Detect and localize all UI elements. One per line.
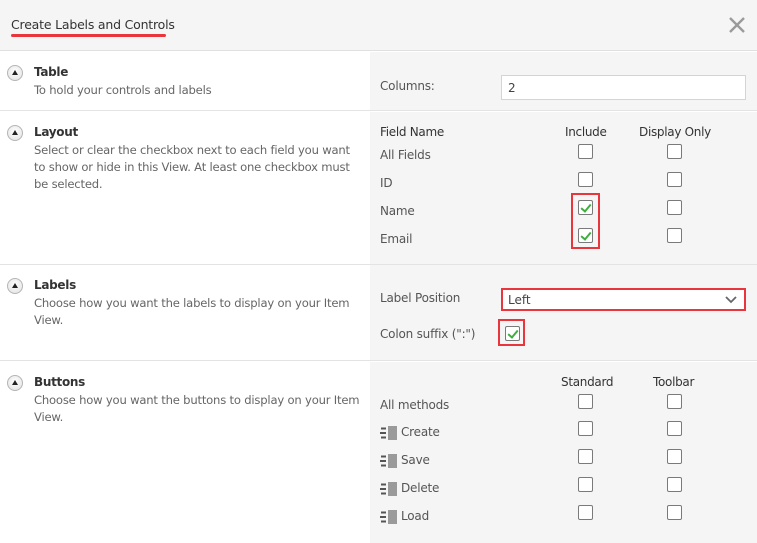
field-name-label: All Fields bbox=[380, 148, 431, 162]
column-header-display-only: Display Only bbox=[639, 125, 711, 139]
collapse-toggle-icon[interactable] bbox=[7, 375, 23, 391]
section-title: Buttons bbox=[34, 375, 85, 389]
section-table-info: Table To hold your controls and labels bbox=[0, 52, 370, 110]
include-checkbox[interactable] bbox=[578, 172, 593, 187]
section-title: Table bbox=[34, 65, 69, 79]
dialog-header: Create Labels and Controls bbox=[0, 0, 757, 51]
colon-suffix-label: Colon suffix (":") bbox=[380, 327, 476, 341]
method-label: Save bbox=[401, 453, 430, 467]
section-title: Labels bbox=[34, 278, 76, 292]
method-icon bbox=[380, 482, 398, 496]
standard-checkbox[interactable] bbox=[578, 394, 593, 409]
collapse-toggle-icon[interactable] bbox=[7, 278, 23, 294]
method-label: Load bbox=[401, 509, 429, 523]
close-icon bbox=[729, 17, 745, 33]
method-icon bbox=[380, 454, 398, 468]
method-label: Delete bbox=[401, 481, 440, 495]
method-label: All methods bbox=[380, 398, 450, 412]
field-name-label: Email bbox=[380, 232, 413, 246]
colon-suffix-highlight-box bbox=[498, 319, 525, 346]
toolbar-checkbox[interactable] bbox=[667, 477, 682, 492]
display-only-checkbox[interactable] bbox=[667, 228, 682, 243]
display-only-checkbox[interactable] bbox=[667, 172, 682, 187]
label-position-value: Left bbox=[508, 293, 531, 307]
section-description: Select or clear the checkbox next to eac… bbox=[34, 143, 350, 191]
section-description: To hold your controls and labels bbox=[34, 83, 212, 97]
field-name-label: ID bbox=[380, 176, 393, 190]
label-position-select[interactable]: Left bbox=[501, 288, 746, 311]
method-icon bbox=[380, 510, 398, 524]
section-description: Choose how you want the buttons to displ… bbox=[34, 393, 360, 424]
include-checkbox[interactable] bbox=[578, 144, 593, 159]
toolbar-checkbox[interactable] bbox=[667, 421, 682, 436]
display-only-checkbox[interactable] bbox=[667, 144, 682, 159]
section-labels-info: Labels Choose how you want the labels to… bbox=[0, 265, 370, 360]
toolbar-checkbox[interactable] bbox=[667, 449, 682, 464]
dialog-title: Create Labels and Controls bbox=[11, 17, 175, 32]
columns-input[interactable] bbox=[501, 75, 746, 100]
method-icon bbox=[380, 426, 398, 440]
collapse-toggle-icon[interactable] bbox=[7, 125, 23, 141]
toolbar-checkbox[interactable] bbox=[667, 394, 682, 409]
section-buttons-info: Buttons Choose how you want the buttons … bbox=[0, 362, 370, 543]
display-only-checkbox[interactable] bbox=[667, 200, 682, 215]
label-position-label: Label Position bbox=[380, 291, 461, 305]
include-highlight-box bbox=[571, 193, 600, 249]
section-labels-controls bbox=[370, 265, 757, 360]
standard-checkbox[interactable] bbox=[578, 449, 593, 464]
toolbar-checkbox[interactable] bbox=[667, 505, 682, 520]
collapse-toggle-icon[interactable] bbox=[7, 65, 23, 81]
method-label: Create bbox=[401, 425, 440, 439]
section-description: Choose how you want the labels to displa… bbox=[34, 296, 350, 327]
title-underline bbox=[11, 34, 166, 37]
column-header-include: Include bbox=[565, 125, 607, 139]
section-layout-info: Layout Select or clear the checkbox next… bbox=[0, 112, 370, 264]
field-name-label: Name bbox=[380, 204, 415, 218]
column-header-field-name: Field Name bbox=[380, 125, 444, 139]
standard-checkbox[interactable] bbox=[578, 421, 593, 436]
close-button[interactable] bbox=[727, 15, 747, 35]
standard-checkbox[interactable] bbox=[578, 505, 593, 520]
section-buttons: Buttons Choose how you want the buttons … bbox=[0, 362, 757, 543]
standard-checkbox[interactable] bbox=[578, 477, 593, 492]
columns-label: Columns: bbox=[380, 79, 435, 93]
section-labels: Labels Choose how you want the labels to… bbox=[0, 265, 757, 361]
section-title: Layout bbox=[34, 125, 78, 139]
column-header-toolbar: Toolbar bbox=[653, 375, 695, 389]
column-header-standard: Standard bbox=[561, 375, 614, 389]
chevron-down-icon bbox=[725, 296, 737, 304]
